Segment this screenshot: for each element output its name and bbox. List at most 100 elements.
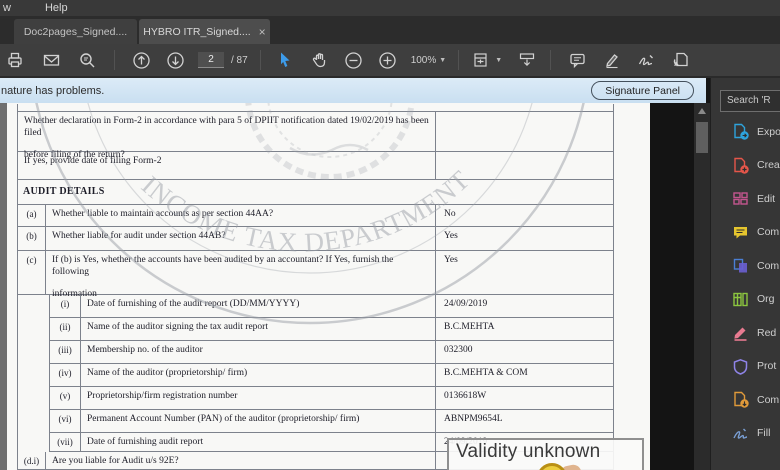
question-cell: Whether liable to maintain accounts as p… xyxy=(52,209,274,219)
edit-pdf-icon xyxy=(732,190,749,207)
zoom-level-dropdown[interactable]: 100% ▼ xyxy=(411,47,447,73)
table-row: (c) If (b) is Yes, whether the accounts h… xyxy=(18,251,613,299)
question-cell: Whether liable for audit under section 4… xyxy=(52,231,226,241)
menu-item-help[interactable]: Help xyxy=(39,0,74,16)
sign-tool-button[interactable] xyxy=(636,47,658,73)
question-cell: If (b) is Yes, whether the accounts have… xyxy=(52,255,394,299)
page-number-input[interactable]: 2 xyxy=(198,52,224,68)
row-id-cell: (c) xyxy=(18,251,46,294)
signature-warning-bar: nature has problems. Signature Panel xyxy=(0,78,706,103)
minus-circle-icon xyxy=(345,51,362,69)
scrolling-pages-icon xyxy=(520,53,535,67)
scrollbar-thumb[interactable] xyxy=(696,122,708,153)
section-header: AUDIT DETAILS xyxy=(23,186,105,197)
hand-tool-button[interactable] xyxy=(309,47,331,73)
question-cell: Name of the auditor signing the tax audi… xyxy=(87,322,268,332)
table-row: (iv) Name of the auditor (proprietorship/… xyxy=(49,364,613,387)
tool-edit-pdf[interactable]: Edit xyxy=(711,182,780,216)
page-fit-icon xyxy=(474,53,487,67)
select-tool-button[interactable] xyxy=(274,47,296,73)
question-cell: Whether declaration in Form-2 in accorda… xyxy=(24,116,429,160)
tool-create-pdf[interactable]: Crea xyxy=(711,149,780,183)
zoom-level-value: 100% xyxy=(410,54,437,66)
tool-combine-files[interactable]: Com xyxy=(711,249,780,283)
row-id-cell: (i) xyxy=(50,295,81,317)
tool-organize-pages[interactable]: Org xyxy=(711,283,780,317)
value-cell: B.C.MEHTA & COM xyxy=(435,364,613,386)
tool-export-pdf[interactable]: Expo xyxy=(711,115,780,149)
email-button[interactable] xyxy=(40,47,62,73)
row-id-cell: (ii) xyxy=(50,318,81,340)
print-icon xyxy=(8,52,22,68)
document-canvas: INCOME TAX DEPARTMENT Whether declaratio… xyxy=(0,103,710,470)
pdf-page: INCOME TAX DEPARTMENT Whether declaratio… xyxy=(7,103,650,470)
next-page-button[interactable] xyxy=(164,47,186,73)
page-left-edge xyxy=(0,103,7,470)
email-icon xyxy=(43,54,59,66)
tool-compress-pdf[interactable]: Com xyxy=(711,383,780,417)
table-row: (iii) Membership no. of the auditor 032300 xyxy=(49,341,613,364)
value-cell: B.C.MEHTA xyxy=(435,318,613,340)
vertical-scrollbar[interactable] xyxy=(694,103,710,470)
tool-label: Com xyxy=(757,226,780,239)
question-cell: Date of furnishing of the audit report (… xyxy=(87,299,300,309)
print-button[interactable] xyxy=(4,47,26,73)
zoom-in-button[interactable] xyxy=(377,47,399,73)
tool-fill-sign[interactable]: Fill xyxy=(711,417,780,451)
comment-bubble-icon xyxy=(569,53,585,69)
question-cell: Name of the auditor (proprietorship/ fir… xyxy=(87,368,248,378)
ink-signature-icon xyxy=(639,55,654,66)
signature-validity-stamp[interactable]: Validity unknown ? xyxy=(447,438,644,470)
question-cell: Are you liable for Audit u/s 92E? xyxy=(52,456,179,466)
combine-files-icon xyxy=(732,257,749,274)
stamp-title: Validity unknown xyxy=(456,441,601,462)
table-row: (vi) Permanent Account Number (PAN) of th… xyxy=(49,410,613,433)
value-cell: 032300 xyxy=(435,341,613,363)
tab-doc2pages[interactable]: Doc2pages_Signed.... xyxy=(14,19,137,44)
highlight-tool-button[interactable] xyxy=(601,47,623,73)
row-id-cell: (iv) xyxy=(50,364,81,386)
tool-protect[interactable]: Prot xyxy=(711,350,780,384)
tool-label: Prot xyxy=(757,360,777,373)
tool-label: Crea xyxy=(757,159,780,172)
value-cell: ABNPM9654L xyxy=(435,410,613,432)
scroll-up-arrow-icon[interactable] xyxy=(698,108,706,114)
row-id-cell: (v) xyxy=(50,387,81,409)
stamp-tool-button[interactable] xyxy=(671,47,693,73)
search-button[interactable] xyxy=(76,47,98,73)
tools-search-input[interactable]: Search 'R xyxy=(720,90,780,112)
value-cell: 0136618W xyxy=(435,387,613,409)
row-id-cell: (vi) xyxy=(50,410,81,432)
zoom-out-button[interactable] xyxy=(343,47,365,73)
scroll-mode-button[interactable] xyxy=(516,47,538,73)
row-id-cell: (b) xyxy=(18,227,46,250)
row-id-cell: (d.i) xyxy=(18,452,46,469)
table-row: If yes, provide date of filing Form-2 xyxy=(18,152,613,180)
table-row: Whether declaration in Form-2 in accorda… xyxy=(18,112,613,160)
question-cell: Membership no. of the auditor xyxy=(87,345,203,355)
search-icon xyxy=(79,52,94,67)
tool-redact[interactable]: Red xyxy=(711,316,780,350)
tab-label: HYBRO ITR_Signed.... xyxy=(143,25,251,38)
create-pdf-icon xyxy=(732,157,749,174)
main-toolbar: 2 / 87 100% ▼ ▼ xyxy=(0,44,780,78)
tool-comment[interactable]: Com xyxy=(711,216,780,250)
pointer-icon xyxy=(280,52,290,67)
warning-text: nature has problems. xyxy=(1,84,105,97)
arrow-down-circle-icon xyxy=(166,51,184,69)
table-row: AUDIT DETAILS xyxy=(18,180,613,205)
table-row: (b) Whether liable for audit under sectio… xyxy=(18,227,613,251)
signature-panel-button[interactable]: Signature Panel xyxy=(591,81,694,100)
stamp-hand-shape xyxy=(561,463,583,470)
value-cell: 24/09/2019 xyxy=(435,295,613,317)
page-fit-dropdown[interactable]: ▼ xyxy=(472,47,502,73)
hand-icon xyxy=(312,53,325,68)
tool-label: Fill xyxy=(757,427,771,440)
value-cell: No xyxy=(435,205,613,226)
previous-page-button[interactable] xyxy=(130,47,152,73)
close-icon[interactable]: × xyxy=(259,26,266,38)
tab-hybro-itr[interactable]: HYBRO ITR_Signed.... × xyxy=(139,19,270,44)
table-row: (i) Date of furnishing of the audit repor… xyxy=(49,295,613,318)
comment-tool-button[interactable] xyxy=(566,47,588,73)
menu-item-window[interactable]: w xyxy=(0,0,17,16)
